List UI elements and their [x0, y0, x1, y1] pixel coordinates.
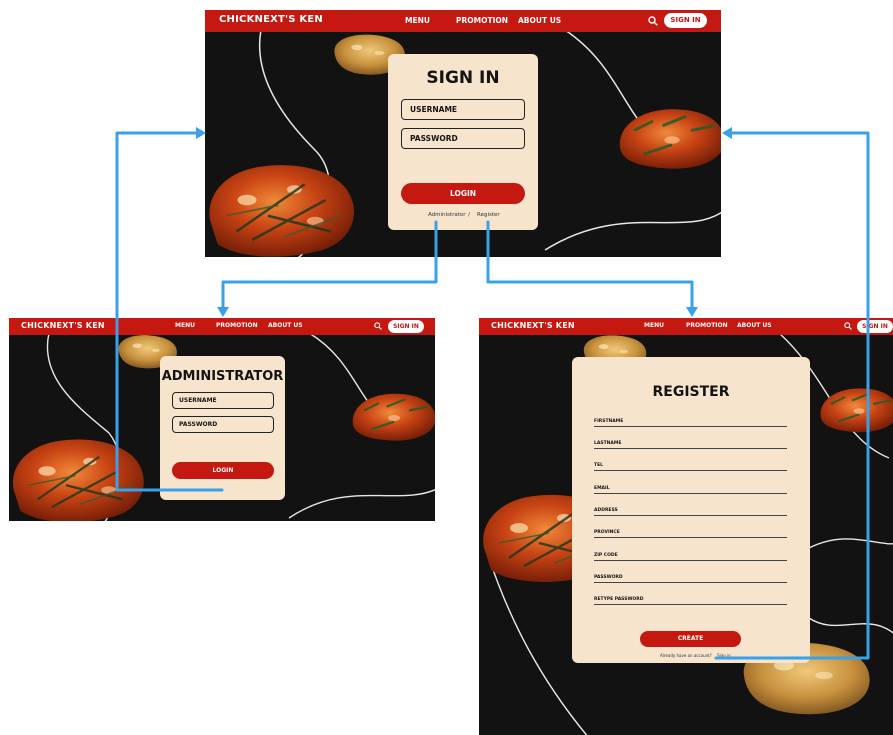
address-input[interactable] [594, 515, 787, 516]
search-icon[interactable] [648, 16, 658, 26]
admin-screen: CHICKNEXT'S KEN MENU PROMOTION ABOUT US … [9, 318, 435, 521]
nav-menu[interactable]: MENU [644, 322, 664, 329]
signin-card: SIGN IN USERNAME PASSWORD LOGIN Administ… [388, 54, 538, 230]
chicken-image [819, 387, 893, 434]
search-icon[interactable] [374, 322, 382, 330]
administrator-link[interactable]: Administrator [428, 212, 466, 218]
zipcode-label: ZIP CODE [594, 553, 618, 558]
tel-input[interactable] [594, 470, 787, 471]
lastname-input[interactable] [594, 448, 787, 449]
chicken-image [351, 392, 435, 442]
arrowhead [217, 307, 229, 317]
province-label: PROVINCE [594, 530, 620, 535]
top-navbar: CHICKNEXT'S KEN MENU PROMOTION ABOUT US … [479, 318, 893, 335]
address-label: ADDRESS [594, 508, 618, 513]
nav-promotion[interactable]: PROMOTION [216, 322, 258, 329]
login-button[interactable]: LOGIN [172, 462, 274, 479]
nav-about[interactable]: ABOUT US [737, 322, 772, 329]
login-button[interactable]: LOGIN [401, 183, 525, 204]
tel-label: TEL [594, 463, 604, 468]
password-input[interactable] [594, 582, 787, 583]
signin-button[interactable]: SIGN IN [857, 320, 893, 333]
email-label: EMAIL [594, 486, 610, 491]
signin-button[interactable]: SIGN IN [664, 13, 707, 28]
card-title: SIGN IN [426, 68, 500, 88]
register-screen: CHICKNEXT'S KEN MENU PROMOTION ABOUT US … [479, 318, 893, 735]
signin-link[interactable]: Sign in [717, 653, 731, 658]
nav-about[interactable]: ABOUT US [268, 322, 303, 329]
province-input[interactable] [594, 537, 787, 538]
nav-promotion[interactable]: PROMOTION [456, 16, 508, 25]
top-navbar: CHICKNEXT'S KEN MENU PROMOTION ABOUT US … [9, 318, 435, 335]
chicken-image [618, 107, 721, 171]
already-have-account-text: Already have an account? [660, 653, 712, 658]
card-title: ADMINISTRATOR [161, 369, 284, 384]
retype-password-label: RETYPE PASSWORD [594, 597, 644, 602]
lastname-label: LASTNAME [594, 441, 622, 446]
search-icon[interactable] [844, 322, 852, 330]
firstname-label: FIRSTNAME [594, 419, 624, 424]
nav-promotion[interactable]: PROMOTION [686, 322, 728, 329]
retype-password-input[interactable] [594, 604, 787, 605]
brand-logo[interactable]: CHICKNEXT'S KEN [491, 321, 575, 330]
arrowhead [686, 307, 698, 317]
register-card: REGISTER FIRSTNAME LASTNAME TEL EMAIL AD… [572, 357, 810, 663]
password-field[interactable]: PASSWORD [172, 416, 274, 433]
firstname-input[interactable] [594, 426, 787, 427]
admin-card: ADMINISTRATOR USERNAME PASSWORD LOGIN [160, 356, 285, 500]
username-field[interactable]: USERNAME [401, 99, 525, 120]
register-link[interactable]: Register [477, 212, 500, 218]
chicken-image [208, 163, 356, 257]
nav-menu[interactable]: MENU [405, 16, 430, 25]
brand-logo[interactable]: CHICKNEXT'S KEN [21, 321, 105, 330]
nav-about[interactable]: ABOUT US [518, 16, 561, 25]
zipcode-input[interactable] [594, 560, 787, 561]
username-field[interactable]: USERNAME [172, 392, 274, 409]
arrowhead [722, 127, 732, 139]
card-title: REGISTER [652, 384, 730, 400]
password-field[interactable]: PASSWORD [401, 128, 525, 149]
brand-logo[interactable]: CHICKNEXT'S KEN [219, 14, 323, 25]
signin-button[interactable]: SIGN IN [388, 320, 424, 333]
create-button[interactable]: CREATE [640, 631, 741, 647]
chicken-image [11, 438, 145, 521]
link-separator: / [468, 212, 470, 218]
signin-screen: CHICKNEXT'S KEN MENU PROMOTION ABOUT US … [205, 10, 721, 257]
top-navbar: CHICKNEXT'S KEN MENU PROMOTION ABOUT US … [205, 10, 721, 32]
email-input[interactable] [594, 493, 787, 494]
nav-menu[interactable]: MENU [175, 322, 195, 329]
password-label: PASSWORD [594, 575, 623, 580]
